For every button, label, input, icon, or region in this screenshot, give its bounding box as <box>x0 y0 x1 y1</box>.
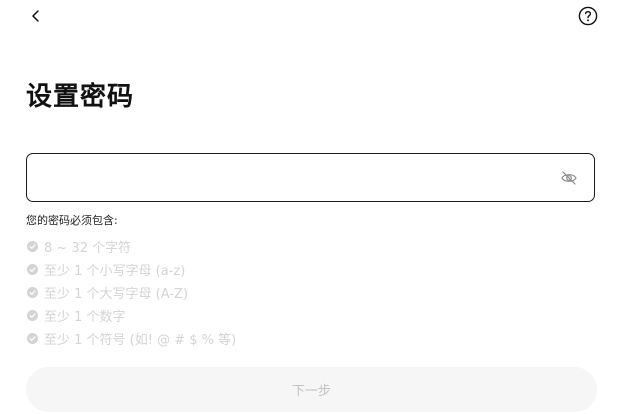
requirements-list: 8 ~ 32 个字符 至少 1 个小写字母 (a-z) 至少 1 个大写字母 (… <box>27 237 236 352</box>
check-circle-icon <box>27 310 38 321</box>
check-circle-icon <box>27 264 38 275</box>
password-input[interactable] <box>39 154 549 201</box>
check-circle-icon <box>27 241 38 252</box>
requirement-label: 至少 1 个符号 (如! @ # $ % 等) <box>44 333 237 348</box>
requirement-lowercase: 至少 1 个小写字母 (a-z) <box>27 260 236 279</box>
requirement-label: 至少 1 个小写字母 (a-z) <box>44 264 186 279</box>
requirement-label: 至少 1 个大写字母 (A-Z) <box>44 287 189 302</box>
requirement-label: 至少 1 个数字 <box>44 310 126 325</box>
check-circle-icon <box>27 333 38 344</box>
password-field[interactable] <box>26 153 595 202</box>
requirement-digit: 至少 1 个数字 <box>27 306 236 325</box>
back-button[interactable] <box>24 4 48 28</box>
page-title: 设置密码 <box>26 82 135 112</box>
requirements-heading: 您的密码必须包含: <box>26 214 118 227</box>
next-button[interactable]: 下一步 <box>26 367 597 412</box>
requirement-length: 8 ~ 32 个字符 <box>27 237 236 256</box>
help-button[interactable] <box>578 6 598 26</box>
chevron-left-icon <box>32 10 39 22</box>
check-circle-icon <box>27 287 38 298</box>
question-circle-icon <box>578 6 598 26</box>
requirement-symbol: 至少 1 个符号 (如! @ # $ % 等) <box>27 329 236 348</box>
visibility-toggle-button[interactable] <box>560 169 578 187</box>
requirement-uppercase: 至少 1 个大写字母 (A-Z) <box>27 283 236 302</box>
requirement-label: 8 ~ 32 个字符 <box>44 241 132 256</box>
eye-off-icon <box>561 171 577 185</box>
